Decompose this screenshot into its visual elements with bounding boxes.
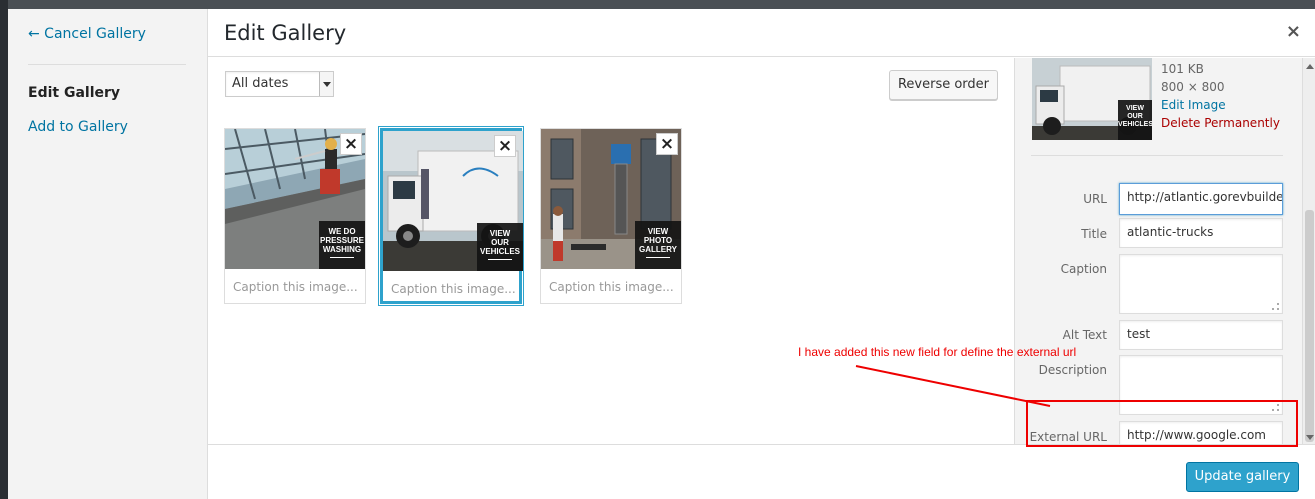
annotation-highlight-box <box>1026 400 1298 447</box>
